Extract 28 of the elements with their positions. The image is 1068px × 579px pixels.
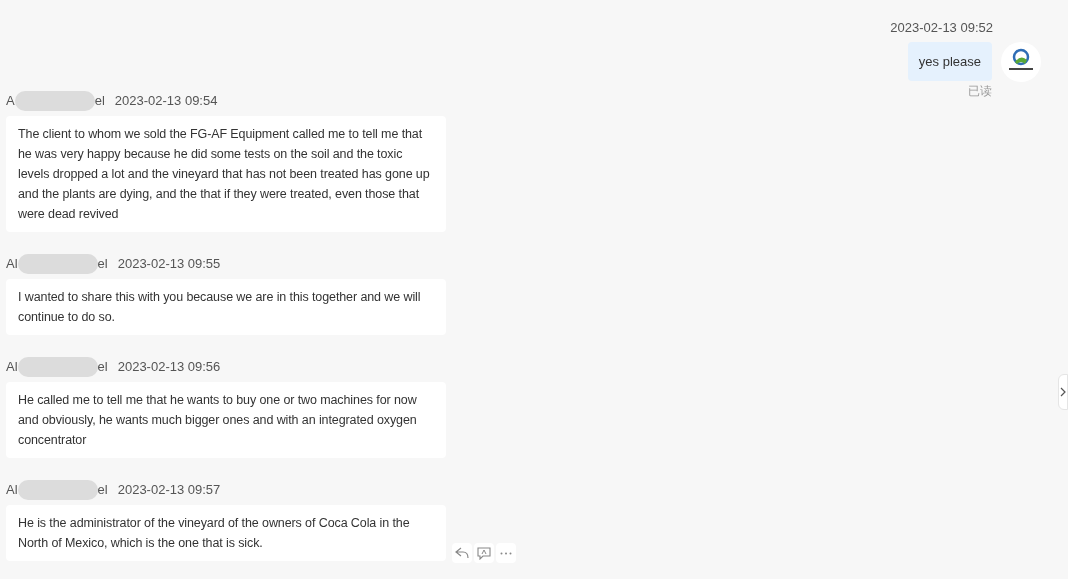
message-bubble: The client to whom we sold the FG-AF Equipment called me to tell me that he was very happy because he did some tests on the soil and the toxic levels dropped a lot and the vineyard that has not been treated has gone up and the plants are dying, and the that if they were treated, even those that were dead revived (6, 116, 446, 232)
message-bubble: yes please (907, 41, 992, 81)
message-time: 2023-02-13 09:55 (117, 255, 221, 274)
sender-name: Al (6, 481, 18, 500)
translate-icon (477, 546, 491, 560)
message-bubble: He called me to tell me that he wants to buy one or two machines for now and obviously, he wants much bigger ones and with an integrated oxygen concentrator (6, 382, 446, 458)
translate-button[interactable] (474, 543, 494, 563)
read-status: 已读 (968, 83, 992, 100)
sender-name: el (97, 255, 108, 274)
reply-icon (455, 547, 469, 559)
reply-button[interactable] (452, 543, 472, 563)
sender-name: Al (6, 255, 18, 274)
message-time: 2023-02-13 09:52 (890, 19, 993, 37)
sender-name: el (94, 92, 105, 111)
more-icon (500, 551, 512, 555)
message-time: 2023-02-13 09:54 (114, 92, 218, 111)
sender-name: A (6, 92, 15, 111)
message-bubble: He is the administrator of the vineyard of the owners of Coca Cola in the North of Mexico, which is the one that is sick. (6, 505, 446, 561)
logo-avatar-icon (1001, 41, 1041, 82)
message-time: 2023-02-13 09:56 (117, 358, 221, 377)
message-bubble: I wanted to share this with you because we are in this together and we will continue to do so. (6, 279, 446, 335)
message-time: 2023-02-13 09:57 (117, 481, 221, 500)
more-button[interactable] (496, 543, 516, 563)
expand-panel-button[interactable] (1058, 374, 1068, 410)
chevron-right-icon (1060, 387, 1066, 397)
sender-name: el (97, 481, 108, 500)
sender-name: Al (6, 358, 18, 377)
sender-name: el (97, 358, 108, 377)
